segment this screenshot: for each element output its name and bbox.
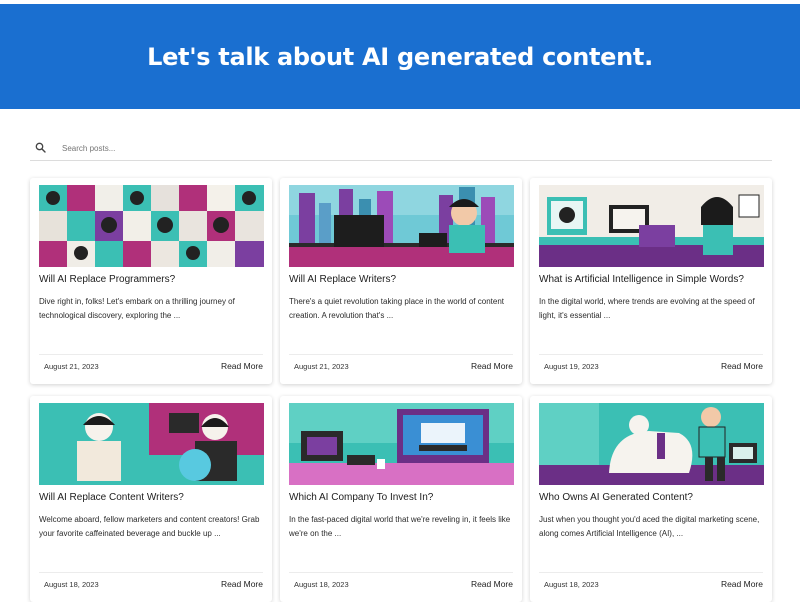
read-more-link[interactable]: Read More — [721, 361, 763, 371]
post-card[interactable]: Will AI Replace Content Writers? Welcome… — [30, 396, 272, 602]
post-date: August 19, 2023 — [544, 361, 599, 371]
post-excerpt: Dive right in, folks! Let's embark on a … — [39, 297, 235, 320]
post-footer: August 18, 2023 Read More — [289, 572, 513, 589]
hero-banner: Let's talk about AI generated content. — [0, 4, 800, 109]
post-excerpt: There's a quiet revolution taking place … — [289, 297, 504, 320]
post-thumbnail-who-owns-ai[interactable] — [539, 403, 764, 485]
post-card[interactable]: What is Artificial Intelligence in Simpl… — [530, 178, 772, 384]
read-more-link[interactable]: Read More — [471, 579, 513, 589]
post-footer: August 21, 2023 Read More — [39, 354, 263, 371]
post-card[interactable]: Will AI Replace Writers? There's a quiet… — [280, 178, 522, 384]
post-thumbnail-ai-company-invest[interactable] — [289, 403, 514, 485]
post-card[interactable]: Will AI Replace Programmers? Dive right … — [30, 178, 272, 384]
post-title[interactable]: Will AI Replace Programmers? — [39, 274, 264, 285]
read-more-link[interactable]: Read More — [221, 361, 263, 371]
post-footer: August 19, 2023 Read More — [539, 354, 763, 371]
page-title: Let's talk about AI generated content. — [147, 42, 653, 71]
post-footer: August 18, 2023 Read More — [39, 572, 263, 589]
post-footer: August 18, 2023 Read More — [539, 572, 763, 589]
post-title[interactable]: Which AI Company To Invest In? — [289, 492, 514, 503]
search-icon — [35, 142, 46, 153]
post-date: August 18, 2023 — [294, 579, 349, 589]
post-date: August 21, 2023 — [44, 361, 99, 371]
post-title[interactable]: Will AI Replace Content Writers? — [39, 492, 264, 503]
post-date: August 18, 2023 — [544, 579, 599, 589]
post-date: August 21, 2023 — [294, 361, 349, 371]
post-title[interactable]: Will AI Replace Writers? — [289, 274, 514, 285]
post-title[interactable]: Who Owns AI Generated Content? — [539, 492, 764, 503]
post-date: August 18, 2023 — [44, 579, 99, 589]
read-more-link[interactable]: Read More — [721, 579, 763, 589]
post-card[interactable]: Who Owns AI Generated Content? Just when… — [530, 396, 772, 602]
post-excerpt: Just when you thought you'd aced the dig… — [539, 515, 760, 538]
post-thumbnail-ai-simple-words[interactable] — [539, 185, 764, 267]
posts-grid: Will AI Replace Programmers? Dive right … — [30, 178, 772, 602]
search-bar[interactable] — [30, 136, 772, 161]
read-more-link[interactable]: Read More — [471, 361, 513, 371]
post-thumbnail-writers[interactable] — [289, 185, 514, 267]
post-thumbnail-content-writers[interactable] — [39, 403, 264, 485]
post-title[interactable]: What is Artificial Intelligence in Simpl… — [539, 274, 764, 285]
post-excerpt: In the fast-paced digital world that we'… — [289, 515, 511, 538]
search-input[interactable] — [60, 142, 464, 154]
post-excerpt: Welcome aboard, fellow marketers and con… — [39, 515, 260, 538]
post-thumbnail-programmers[interactable] — [39, 185, 264, 267]
post-card[interactable]: Which AI Company To Invest In? In the fa… — [280, 396, 522, 602]
post-footer: August 21, 2023 Read More — [289, 354, 513, 371]
post-excerpt: In the digital world, where trends are e… — [539, 297, 755, 320]
read-more-link[interactable]: Read More — [221, 579, 263, 589]
